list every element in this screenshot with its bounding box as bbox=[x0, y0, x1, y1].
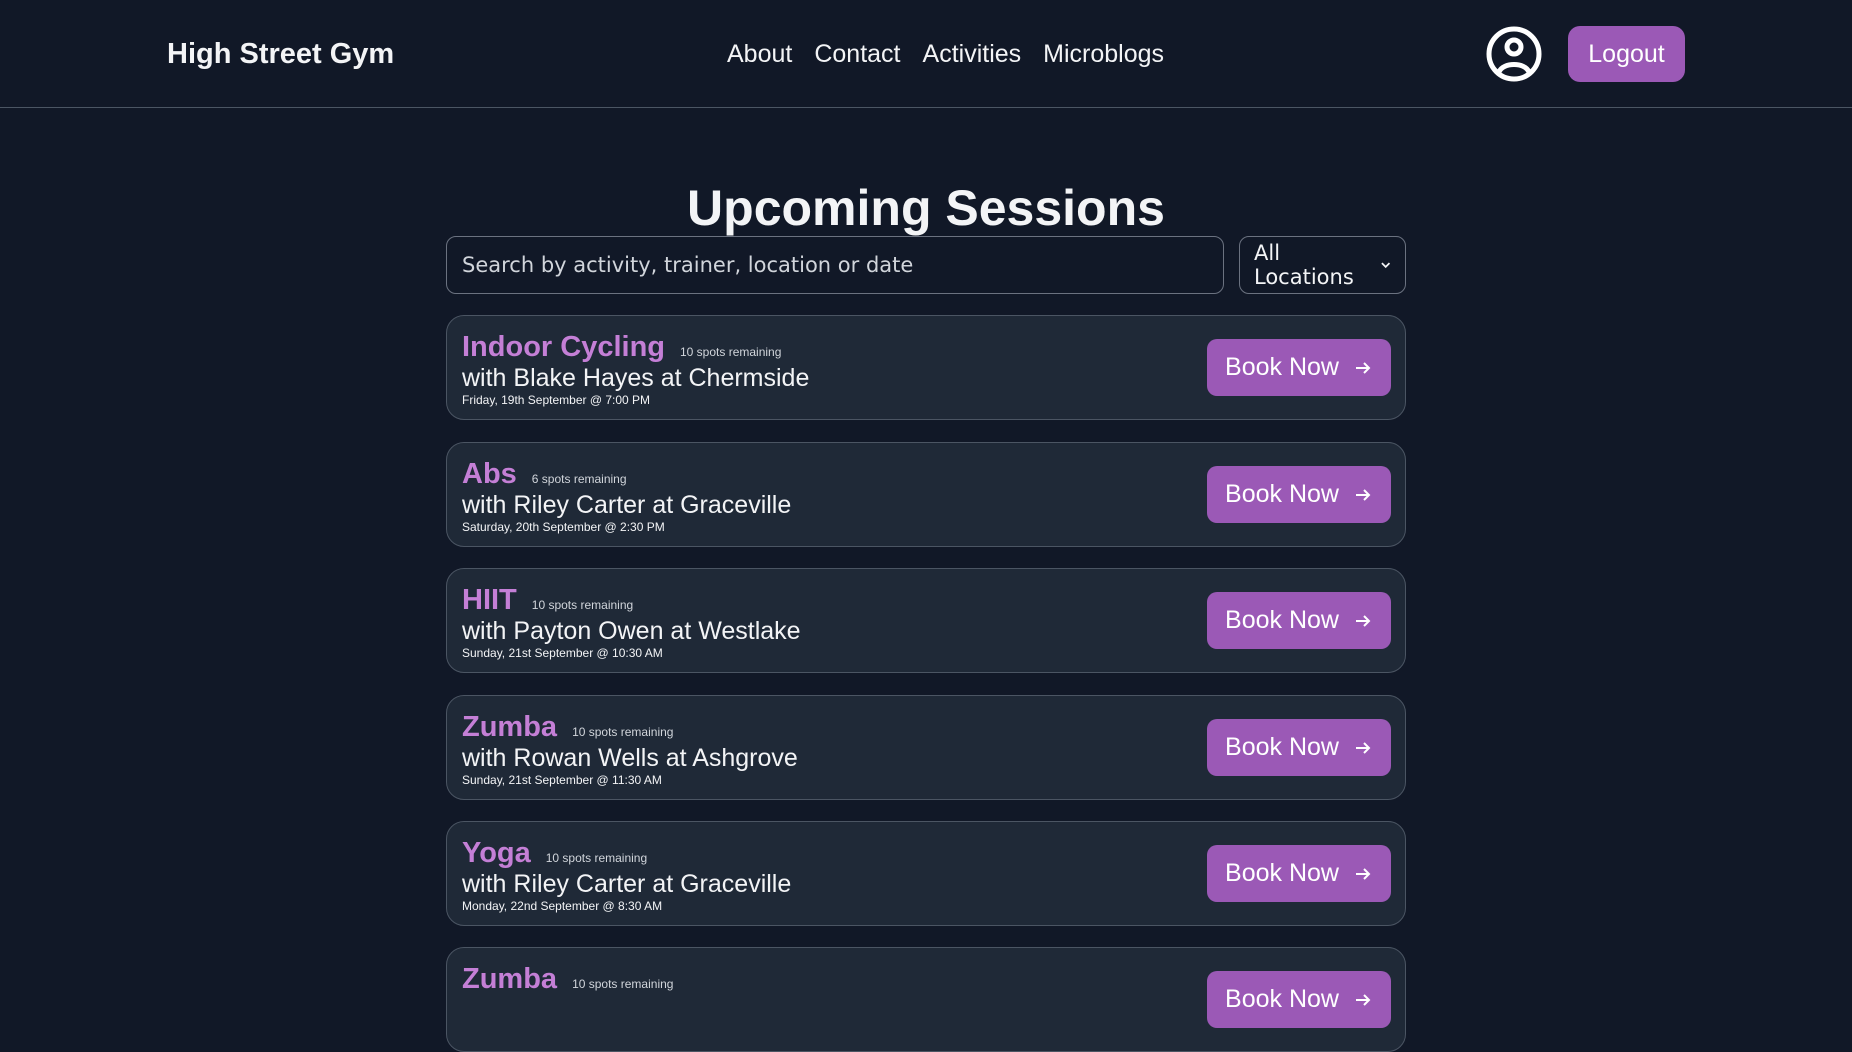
spots-remaining: 10 spots remaining bbox=[545, 851, 648, 865]
book-now-label: Book Now bbox=[1225, 606, 1339, 634]
book-now-button[interactable]: Book Now bbox=[1207, 339, 1391, 396]
session-datetime: Sunday, 21st September @ 10:30 AM bbox=[462, 646, 663, 660]
session-trainer-location: with Blake Hayes at Chermside bbox=[462, 364, 810, 392]
session-card: Zumba 10 spots remaining with Rowan Well… bbox=[446, 695, 1406, 800]
session-activity: Zumba bbox=[462, 711, 558, 743]
session-datetime: Friday, 19th September @ 7:00 PM bbox=[462, 393, 651, 407]
session-activity: Abs bbox=[462, 458, 517, 490]
session-card: Yoga 10 spots remaining with Riley Carte… bbox=[446, 821, 1406, 926]
logout-button[interactable]: Logout bbox=[1568, 26, 1685, 82]
session-trainer-location: with Riley Carter at Graceville bbox=[462, 870, 792, 898]
book-now-button[interactable]: Book Now bbox=[1207, 466, 1391, 523]
main-nav: About Contact Activities Microblogs bbox=[727, 38, 1164, 70]
search-input[interactable] bbox=[446, 236, 1224, 294]
session-activity: Zumba bbox=[462, 963, 558, 995]
nav-link-activities[interactable]: Activities bbox=[923, 38, 1022, 70]
session-datetime: Sunday, 21st September @ 11:30 AM bbox=[462, 773, 662, 787]
book-now-label: Book Now bbox=[1225, 353, 1339, 381]
arrow-right-icon bbox=[1355, 361, 1371, 374]
brand-logo[interactable]: High Street Gym bbox=[167, 38, 394, 70]
session-card: Zumba 10 spots remaining Book Now bbox=[446, 947, 1406, 1052]
session-activity: Indoor Cycling bbox=[462, 331, 665, 363]
location-select[interactable]: All Locations bbox=[1239, 236, 1406, 294]
user-circle-icon[interactable] bbox=[1486, 26, 1542, 82]
session-card: Abs 6 spots remaining with Riley Carter … bbox=[446, 442, 1406, 547]
nav-link-about[interactable]: About bbox=[727, 38, 792, 70]
book-now-label: Book Now bbox=[1225, 859, 1339, 887]
session-datetime: Monday, 22nd September @ 8:30 AM bbox=[462, 899, 663, 913]
session-header: HIIT 10 spots remaining bbox=[462, 583, 633, 617]
page-title: Upcoming Sessions bbox=[687, 180, 1165, 236]
spots-remaining: 10 spots remaining bbox=[572, 977, 674, 991]
arrow-right-icon bbox=[1355, 741, 1371, 754]
session-header: Zumba 10 spots remaining bbox=[462, 962, 673, 996]
session-card: Indoor Cycling 10 spots remaining with B… bbox=[446, 315, 1406, 420]
book-now-button[interactable]: Book Now bbox=[1207, 592, 1391, 649]
session-header: Yoga 10 spots remaining bbox=[462, 836, 647, 870]
session-header: Indoor Cycling 10 spots remaining bbox=[462, 330, 781, 364]
session-datetime: Saturday, 20th September @ 2:30 PM bbox=[462, 520, 665, 534]
nav-link-contact[interactable]: Contact bbox=[814, 38, 900, 70]
book-now-label: Book Now bbox=[1225, 480, 1339, 508]
top-nav-bar: High Street Gym About Contact Activities… bbox=[0, 0, 1852, 108]
session-card: HIIT 10 spots remaining with Payton Owen… bbox=[446, 568, 1406, 673]
arrow-right-icon bbox=[1355, 867, 1371, 880]
book-now-button[interactable]: Book Now bbox=[1207, 971, 1391, 1028]
arrow-right-icon bbox=[1355, 488, 1371, 501]
spots-remaining: 10 spots remaining bbox=[531, 598, 634, 612]
session-trainer-location: with Payton Owen at Westlake bbox=[462, 617, 801, 645]
book-now-label: Book Now bbox=[1225, 733, 1339, 761]
chevron-down-icon bbox=[1380, 262, 1390, 269]
arrow-right-icon bbox=[1355, 614, 1371, 627]
session-header: Abs 6 spots remaining bbox=[462, 457, 627, 491]
session-trainer-location: with Riley Carter at Graceville bbox=[462, 491, 792, 519]
location-select-value: All Locations bbox=[1254, 241, 1354, 289]
spots-remaining: 10 spots remaining bbox=[572, 725, 674, 739]
session-header: Zumba 10 spots remaining bbox=[462, 710, 673, 744]
session-activity: HIIT bbox=[462, 584, 517, 616]
book-now-label: Book Now bbox=[1225, 985, 1339, 1013]
book-now-button[interactable]: Book Now bbox=[1207, 719, 1391, 776]
session-trainer-location: with Rowan Wells at Ashgrove bbox=[462, 744, 798, 772]
session-activity: Yoga bbox=[462, 837, 531, 869]
spots-remaining: 6 spots remaining bbox=[531, 472, 627, 486]
arrow-right-icon bbox=[1355, 993, 1371, 1006]
spots-remaining: 10 spots remaining bbox=[680, 345, 782, 359]
nav-link-microblogs[interactable]: Microblogs bbox=[1043, 38, 1164, 70]
book-now-button[interactable]: Book Now bbox=[1207, 845, 1391, 902]
